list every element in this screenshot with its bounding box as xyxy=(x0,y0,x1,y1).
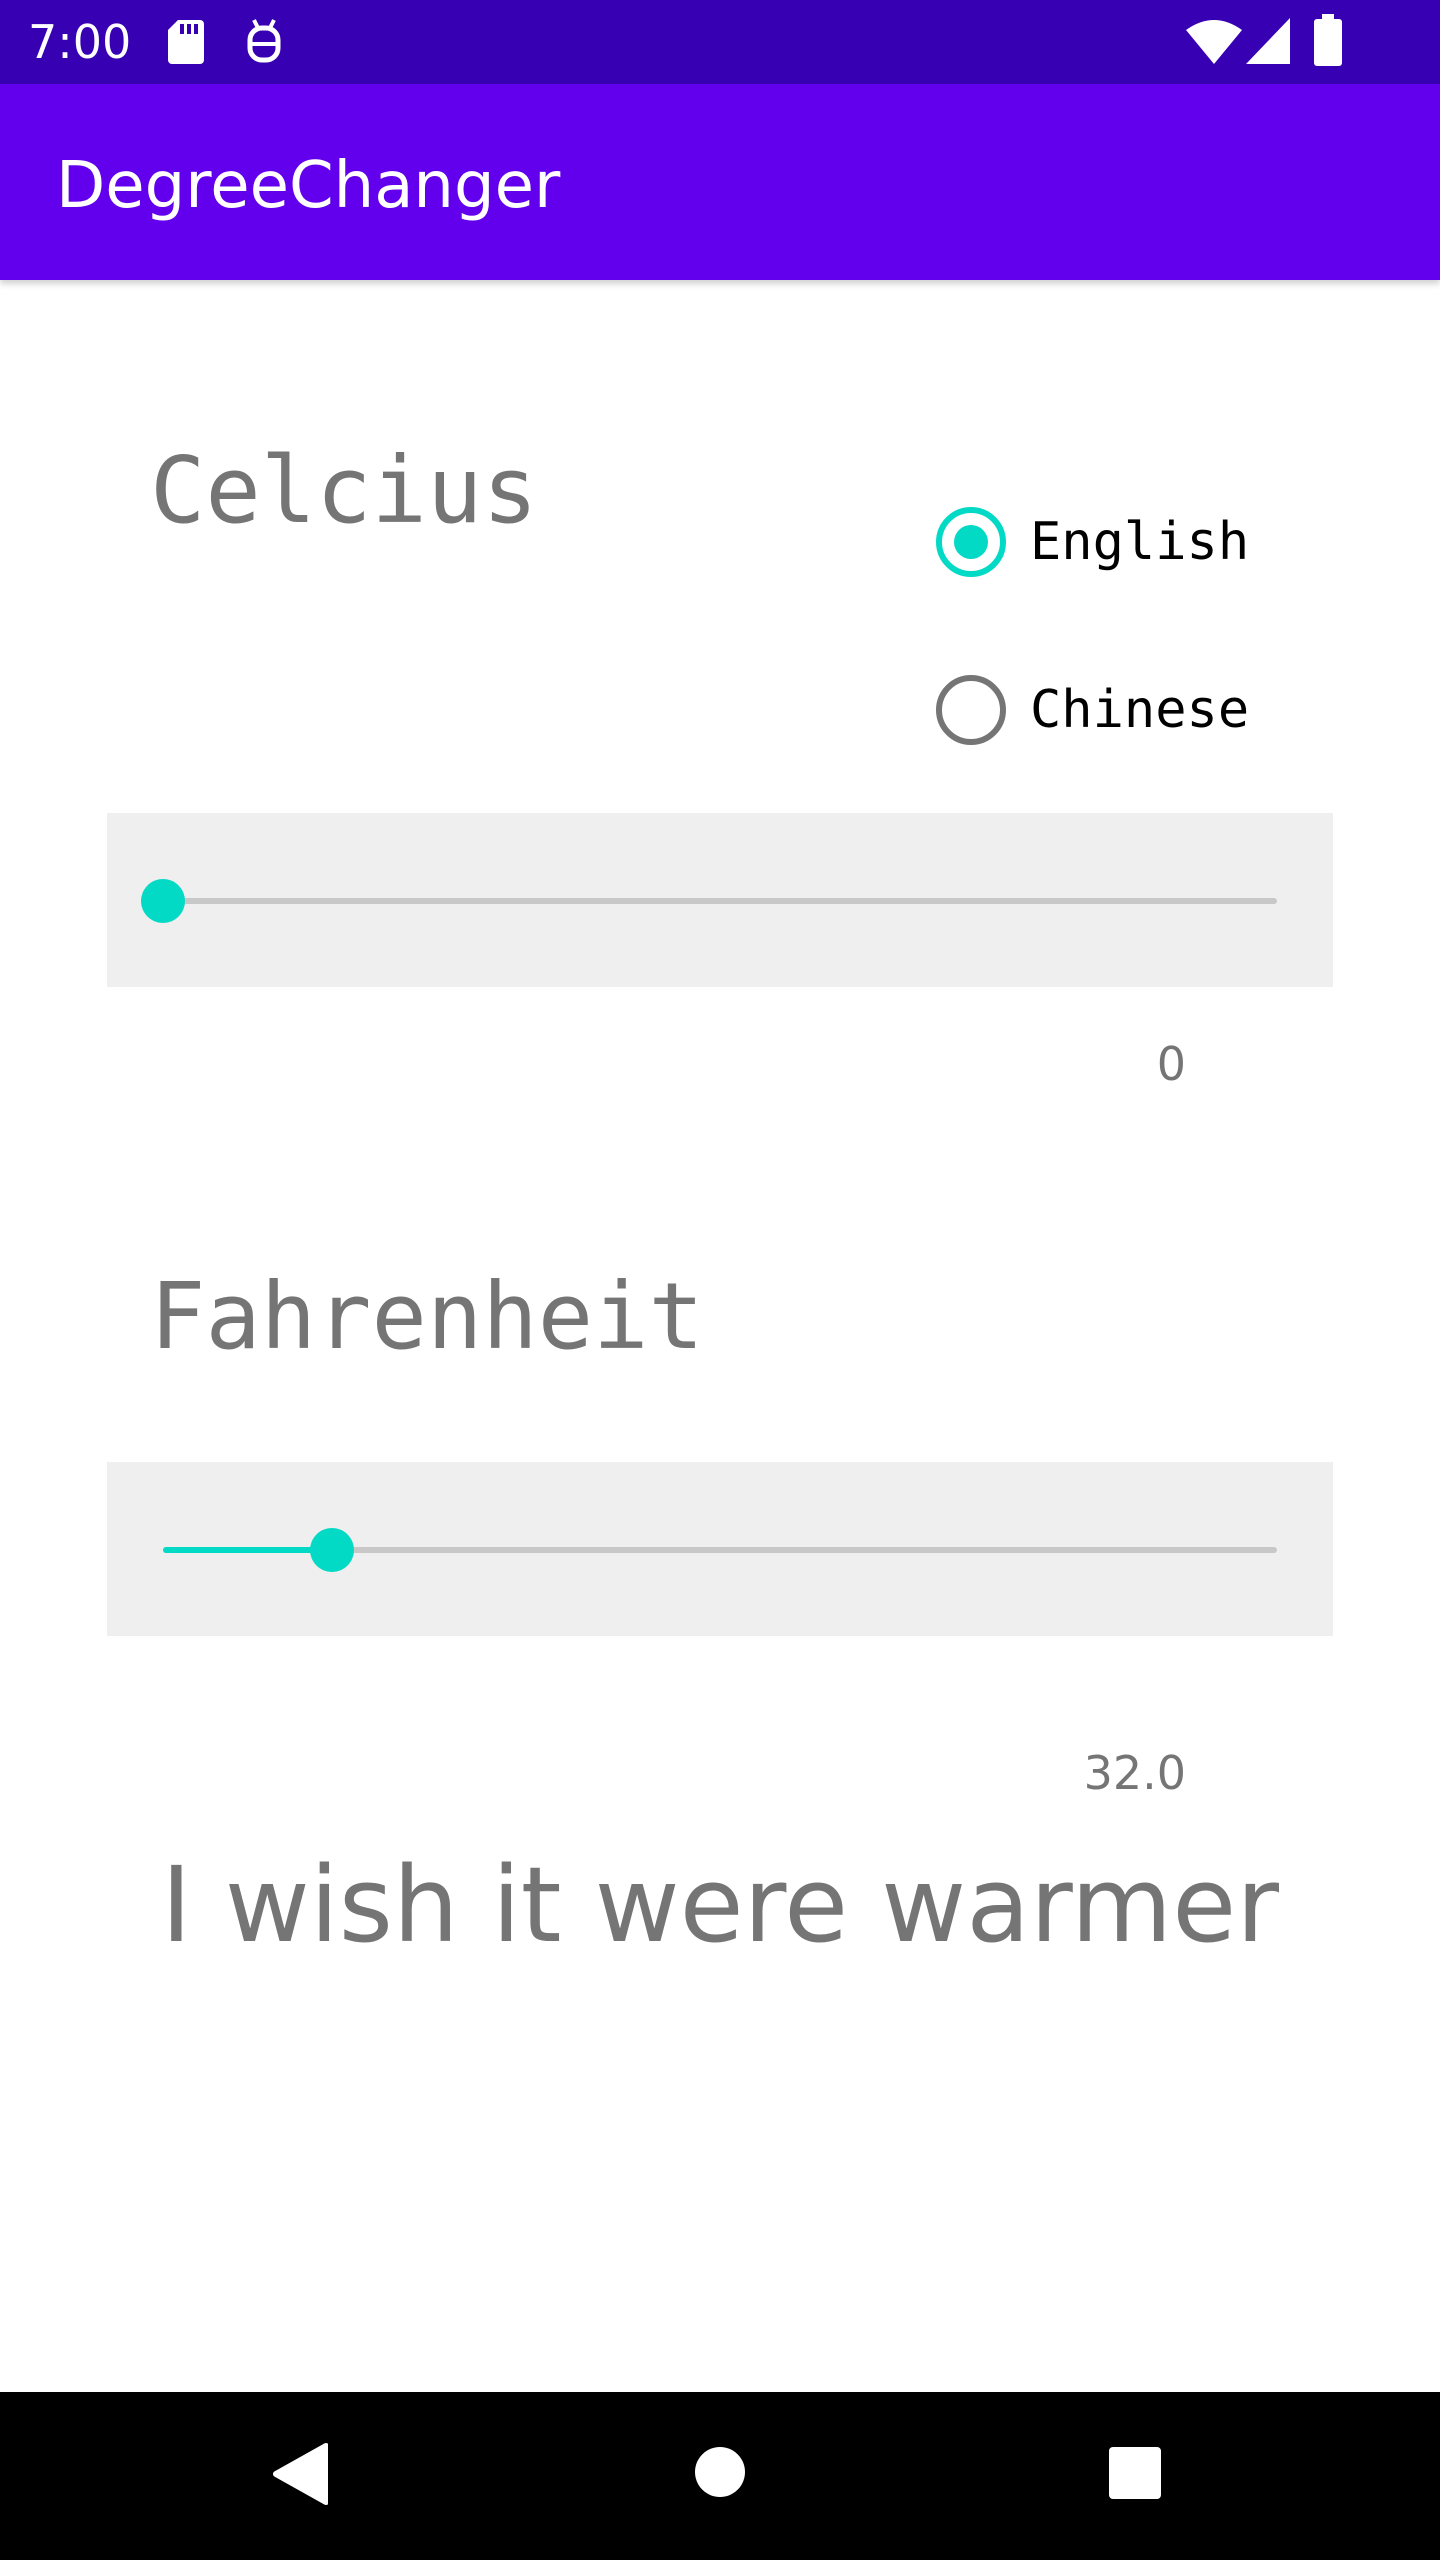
radio-selected-dot xyxy=(954,525,988,559)
fahrenheit-value: 32.0 xyxy=(1083,1746,1186,1800)
celsius-seekbar-thumb[interactable] xyxy=(141,879,185,923)
fahrenheit-seekbar[interactable] xyxy=(107,1462,1333,1636)
fahrenheit-label: Fahrenheit xyxy=(150,1263,704,1370)
celsius-value: 0 xyxy=(1156,1037,1186,1091)
battery-icon xyxy=(1314,14,1342,66)
home-icon[interactable] xyxy=(694,2446,746,2498)
signal-icon xyxy=(1246,18,1290,64)
weather-message: I wish it were warmer xyxy=(161,1844,1279,1966)
back-icon[interactable] xyxy=(272,2442,328,2506)
radio-english-label[interactable]: English xyxy=(1030,510,1249,574)
celsius-seekbar[interactable] xyxy=(107,813,1333,987)
fahrenheit-seekbar-thumb[interactable] xyxy=(310,1528,355,1572)
fahrenheit-seekbar-track[interactable] xyxy=(163,1528,1277,1572)
radio-chinese-circle[interactable] xyxy=(936,675,1006,745)
radio-english-circle[interactable] xyxy=(936,507,1006,577)
radio-english[interactable]: English xyxy=(936,497,1249,587)
app-title: DegreeChanger xyxy=(56,149,561,223)
wifi-icon xyxy=(1186,20,1242,64)
fahrenheit-seekbar-progress xyxy=(163,1547,333,1553)
debug-icon xyxy=(247,19,281,63)
sd-card-icon xyxy=(168,20,204,64)
radio-chinese-label[interactable]: Chinese xyxy=(1030,678,1249,742)
celsius-seekbar-track[interactable] xyxy=(141,879,1277,923)
app-bar: DegreeChanger xyxy=(0,84,1440,280)
status-bar: 7:00 xyxy=(0,0,1440,84)
navigation-bar xyxy=(0,2392,1440,2560)
celsius-label: Celcius xyxy=(150,437,538,544)
recents-icon[interactable] xyxy=(1108,2446,1162,2500)
status-time: 7:00 xyxy=(28,15,132,69)
radio-chinese[interactable]: Chinese xyxy=(936,665,1249,755)
